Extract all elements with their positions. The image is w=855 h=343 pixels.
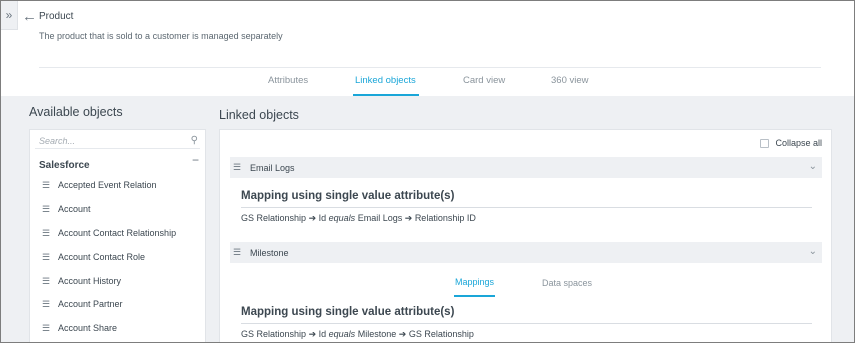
collapse-all-checkbox[interactable] (760, 138, 770, 148)
object-item-account-contact-role[interactable]: ☰ Account Contact Role (42, 252, 145, 266)
collapse-minus-icon[interactable]: − (192, 153, 199, 167)
object-item-account-partner[interactable]: ☰ Account Partner (42, 299, 123, 313)
list-icon: ☰ (42, 204, 51, 214)
linked-card-header-email-logs[interactable]: ☰ Email Logs ⌄ (230, 157, 822, 178)
chevron-down-icon[interactable]: ⌄ (809, 246, 817, 257)
drag-list-icon[interactable]: ☰ (233, 247, 250, 258)
search-box: ⚲ (35, 134, 200, 149)
search-input[interactable] (39, 136, 179, 146)
expand-rail-icon[interactable]: » (1, 1, 18, 30)
mapping-operator: equals (328, 213, 356, 223)
list-icon: ☰ (42, 323, 51, 333)
list-icon: ☰ (42, 299, 51, 309)
mapping-target-field: GS Relationship (408, 329, 474, 339)
linked-card-name: Milestone (250, 247, 289, 258)
collapse-all-label: Collapse all (775, 138, 822, 148)
mapping-target-object: Milestone (357, 329, 397, 339)
mapping-source: GS Relationship (241, 329, 307, 339)
app-frame: ← Product The product that is sold to a … (0, 0, 855, 343)
header-divider (39, 67, 821, 68)
arrow-right-icon: ➔ (398, 329, 407, 339)
available-objects-title: Available objects (29, 105, 123, 119)
available-objects-panel: ⚲ Salesforce − ☰Accepted Event Relation … (29, 129, 206, 342)
page-header: ← Product The product that is sold to a … (1, 1, 854, 96)
list-icon: ☰ (42, 276, 51, 286)
mapping-field: Id (318, 213, 327, 223)
mapping-expression: GS Relationship ➔ Id equals Email Logs ➔… (241, 213, 476, 224)
arrow-right-icon: ➔ (308, 213, 317, 223)
tab-bar: Attributes Linked objects Card view 360 … (1, 75, 854, 96)
mapping-source: GS Relationship (241, 213, 307, 223)
object-item-account[interactable]: ☰ Account (42, 204, 91, 218)
mapping-field: Id (318, 329, 327, 339)
linked-card-name: Email Logs (250, 162, 295, 173)
object-item-accepted-event-relation[interactable]: ☰ Accepted Event Relation (42, 180, 157, 194)
object-label: Accepted Event Relation (58, 180, 157, 190)
tab-card-view[interactable]: Card view (463, 75, 505, 96)
page-title: Product (39, 11, 74, 22)
collapse-all-toggle[interactable]: Collapse all (760, 138, 822, 148)
object-label: Account History (58, 276, 122, 286)
back-arrow-icon[interactable]: ← (22, 9, 37, 24)
search-icon[interactable]: ⚲ (191, 135, 198, 146)
object-item-account-history[interactable]: ☰ Account History (42, 276, 121, 290)
list-icon: ☰ (42, 228, 51, 238)
page-subtitle: The product that is sold to a customer i… (39, 31, 283, 41)
tab-attributes[interactable]: Attributes (268, 75, 308, 96)
group-header-salesforce[interactable]: Salesforce − (39, 153, 199, 171)
arrow-right-icon: ➔ (308, 329, 317, 339)
mapping-operator: equals (328, 329, 356, 339)
group-label: Salesforce (39, 160, 90, 171)
mapping-title: Mapping using single value attribute(s) (241, 190, 455, 202)
linked-card-header-milestone[interactable]: ☰ Milestone ⌄ (230, 242, 822, 263)
object-item-account-share[interactable]: ☰ Account Share (42, 323, 117, 337)
object-label: Account Share (58, 323, 118, 333)
list-icon: ☰ (42, 180, 51, 190)
mapping-target-field: Relationship ID (414, 213, 476, 223)
mapping-target-object: Email Logs (357, 213, 403, 223)
object-label: Account (58, 204, 91, 214)
linked-objects-title: Linked objects (219, 108, 299, 122)
object-label: Account Contact Role (58, 252, 146, 262)
tab-mappings[interactable]: Mappings (453, 277, 496, 297)
mapping-title: Mapping using single value attribute(s) (241, 306, 455, 318)
tab-linked-objects[interactable]: Linked objects (353, 75, 419, 96)
tab-data-spaces[interactable]: Data spaces (542, 278, 592, 298)
drag-list-icon[interactable]: ☰ (233, 162, 250, 173)
linked-objects-panel: Collapse all ☰ Email Logs ⌄ Mapping usin… (219, 129, 832, 342)
tab-360-view[interactable]: 360 view (551, 75, 589, 96)
object-label: Account Contact Relationship (58, 228, 177, 238)
list-icon: ☰ (42, 252, 51, 262)
object-label: Account Partner (58, 299, 123, 309)
mapping-divider (241, 323, 812, 324)
chevron-down-icon[interactable]: ⌄ (809, 161, 817, 172)
object-item-account-contact-relationship[interactable]: ☰ Account Contact Relationship (42, 228, 176, 242)
mapping-divider (241, 207, 812, 208)
arrow-right-icon: ➔ (404, 213, 413, 223)
mapping-expression: GS Relationship ➔ Id equals Milestone ➔ … (241, 329, 474, 340)
